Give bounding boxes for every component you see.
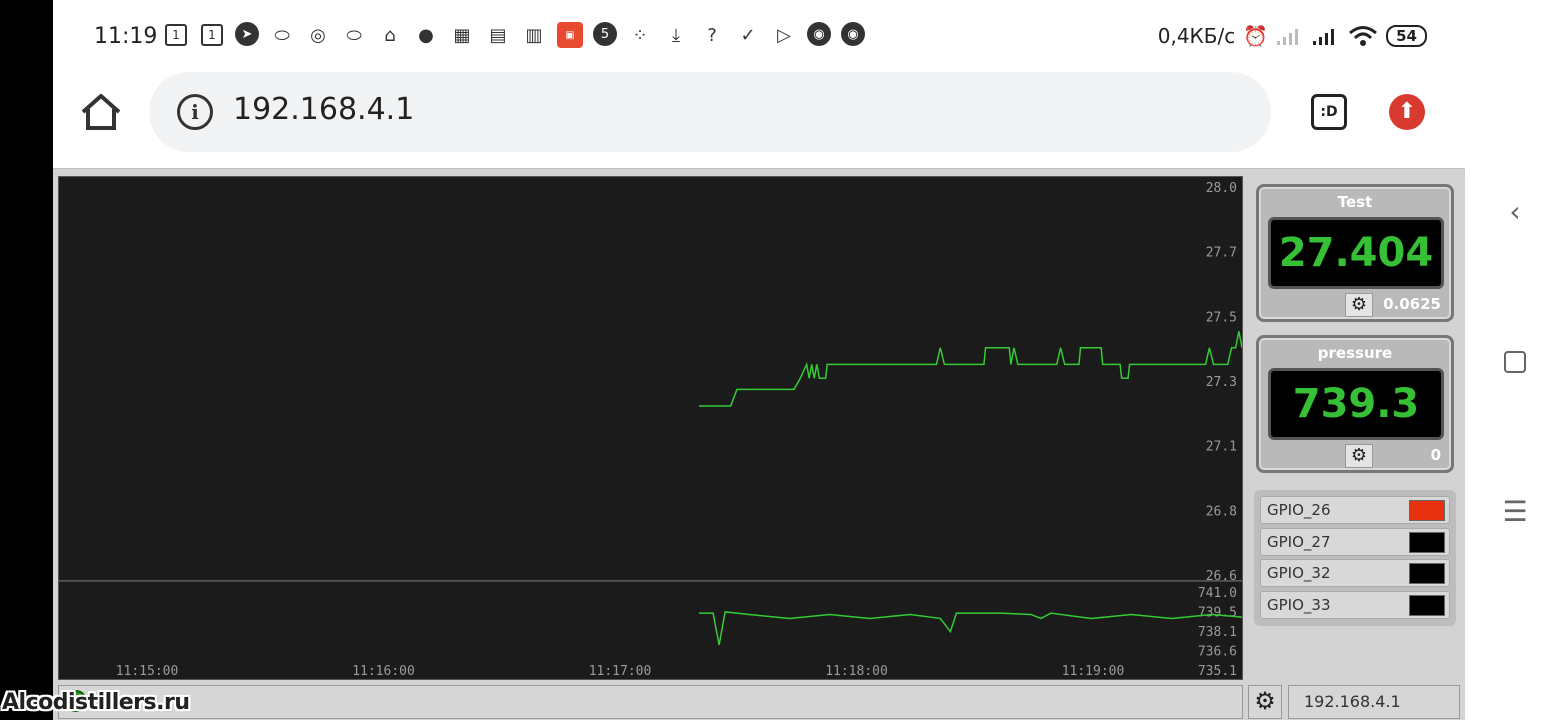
y-tick-label: 28.0 [1206, 181, 1237, 196]
gpio-indicator[interactable] [1409, 500, 1445, 521]
upload-arrow-icon[interactable]: ⬆ [1389, 94, 1425, 130]
app-icon: ▤ [489, 24, 507, 46]
gpio-label: GPIO_27 [1267, 532, 1331, 551]
oval-icon: ⬭ [346, 24, 362, 46]
y-tick-label: 27.1 [1206, 440, 1237, 455]
gpio-label: GPIO_32 [1267, 564, 1331, 582]
recent-apps-icon[interactable]: ☰ [1501, 498, 1529, 526]
gpio-indicator[interactable] [1409, 594, 1445, 616]
y-tick-label: 26.6 [1206, 569, 1237, 580]
x-tick-label: 11:15:00 [116, 664, 179, 679]
y-tick-label: 27.7 [1206, 246, 1237, 261]
gpio-indicator[interactable] [1409, 563, 1445, 584]
aliexpress-icon: ▣ [557, 22, 583, 48]
check-icon: ✓ [740, 24, 756, 46]
home-icon: ⌂ [384, 24, 396, 46]
oval-icon: ⬭ [274, 24, 290, 46]
signal-weak-icon [1277, 29, 1299, 45]
sensor-setting-value: 0 [1430, 446, 1441, 464]
sensor-settings-gear-icon[interactable]: ⚙ [1345, 444, 1373, 468]
info-icon[interactable]: i [177, 94, 213, 130]
y-tick-label: 738.1 [1198, 625, 1237, 640]
status-bar: 11:19 1 1 ➤ ⬭ ◎ ⬭ ⌂ ● ▦ ▤ ▥ ▣ 5 ⁘ ⤓ ? ✓ … [53, 0, 1465, 72]
signal-strong-icon [1313, 29, 1335, 45]
pressure-chart: 741.0 739.5 738.1 736.6 735.1 11:15:00 11:16:0… [58, 581, 1243, 680]
x-tick-label: 11:16:00 [352, 664, 415, 679]
phone-screen: 11:19 1 1 ➤ ⬭ ◎ ⬭ ⌂ ● ▦ ▤ ▥ ▣ 5 ⁘ ⤓ ? ✓ … [53, 0, 1465, 720]
gpio-panel: GPIO_26 GPIO_27 GPIO_32 GPIO_33 [1254, 490, 1456, 626]
browser-toolbar: i 192.168.4.1 :D ⬆ [53, 72, 1465, 168]
footer-ip: 192.168.4.1 [1288, 685, 1460, 719]
home-icon[interactable] [79, 90, 123, 134]
chrome-icon: ◉ [807, 22, 831, 46]
alarm-icon: ⏰ [1243, 24, 1269, 48]
screen: 11:19 1 1 ➤ ⬭ ◎ ⬭ ⌂ ● ▦ ▤ ▥ ▣ 5 ⁘ ⤓ ? ✓ … [0, 0, 1560, 720]
temperature-chart-svg: 28.0 27.7 27.5 27.3 27.1 26.8 26.6 [699, 181, 1243, 584]
gpio-indicator[interactable] [1409, 531, 1445, 553]
notification-icons: 1 1 ➤ ⬭ ◎ ⬭ ⌂ ● ▦ ▤ ▥ ▣ 5 ⁘ ⤓ ? ✓ ▷ ◉ ◉ [163, 22, 865, 48]
gpio-row[interactable]: GPIO_32 [1260, 559, 1450, 587]
sensor-title: pressure [1317, 344, 1393, 362]
url-text[interactable]: 192.168.4.1 [233, 92, 414, 127]
status-time: 11:19 [94, 24, 158, 49]
battery-indicator: 54 [1386, 25, 1427, 47]
status-right: 0,4КБ/с ⏰ 54 [1158, 24, 1427, 48]
wifi-icon [1349, 26, 1378, 46]
map-pin-icon: ● [418, 24, 434, 46]
sensor-panel-test: Test 27.404 ⚙ 0.0625 [1256, 184, 1454, 322]
y-tick-label: 741.0 [1198, 586, 1237, 601]
x-tick-label: 11:17:00 [589, 664, 652, 679]
sensor-value: 739.3 [1268, 368, 1444, 440]
play-store-icon: ▷ [777, 24, 791, 46]
calendar-icon: 1 [165, 24, 187, 46]
watermark: Alcodistillers.ru [2, 690, 190, 715]
address-bar[interactable]: i 192.168.4.1 [149, 72, 1271, 152]
wifi-question-icon: ? [707, 24, 717, 46]
back-icon[interactable]: ‹ [1501, 198, 1529, 226]
status-footer [58, 685, 1243, 719]
y-tick-label: 26.8 [1206, 504, 1237, 519]
sensor-setting-value: 0.0625 [1383, 295, 1441, 313]
sensor-title: Test [1337, 193, 1373, 211]
y-tick-label: 27.3 [1206, 375, 1237, 390]
telegram-icon: ➤ [235, 22, 259, 46]
gpio-row[interactable]: GPIO_26 [1260, 496, 1450, 524]
gpio-row[interactable]: GPIO_33 [1260, 590, 1450, 619]
navigation-bar: ‹ ☰ [1465, 0, 1560, 720]
sensor-settings-gear-icon[interactable]: ⚙ [1345, 293, 1373, 317]
calendar-icon: 1 [201, 24, 223, 46]
web-content: 28.0 27.7 27.5 27.3 27.1 26.8 26.6 741.0 739.5 7… [53, 168, 1465, 720]
gpio-label: GPIO_33 [1267, 595, 1331, 614]
x-tick-label: 11:18:00 [825, 664, 888, 679]
sensor-panel-pressure: pressure 739.3 ⚙ 0 [1256, 335, 1454, 473]
settings-gear-icon[interactable]: ⚙ [1248, 685, 1282, 719]
trash-icon: ▥ [525, 24, 543, 46]
y-tick-label: 739.5 [1198, 606, 1237, 621]
gpio-row[interactable]: GPIO_27 [1260, 527, 1450, 556]
y-tick-label: 27.5 [1206, 310, 1237, 325]
pressure-chart-svg: 741.0 739.5 738.1 736.6 735.1 11:15:00 11:16:0… [116, 586, 1243, 679]
gpio-label: GPIO_26 [1267, 501, 1331, 519]
network-speed: 0,4КБ/с [1157, 24, 1236, 48]
temperature-chart: 28.0 27.7 27.5 27.3 27.1 26.8 26.6 [58, 176, 1243, 584]
download-icon: ⤓ [672, 24, 680, 46]
chrome-icon: ◉ [841, 22, 865, 46]
location-ring-icon: ◎ [310, 24, 326, 46]
series-line [699, 611, 1243, 646]
x-tick-label: 11:19:00 [1062, 664, 1125, 679]
app-icon: ▦ [453, 24, 471, 46]
home-square-icon[interactable] [1501, 348, 1529, 376]
series-line [699, 330, 1243, 407]
y-tick-label: 735.1 [1198, 664, 1237, 679]
dots-icon: ⁘ [632, 24, 648, 46]
number-5-icon: 5 [593, 22, 617, 46]
tab-count-icon[interactable]: :D [1311, 94, 1347, 130]
y-tick-label: 736.6 [1198, 645, 1237, 660]
sensor-value: 27.404 [1268, 217, 1444, 289]
